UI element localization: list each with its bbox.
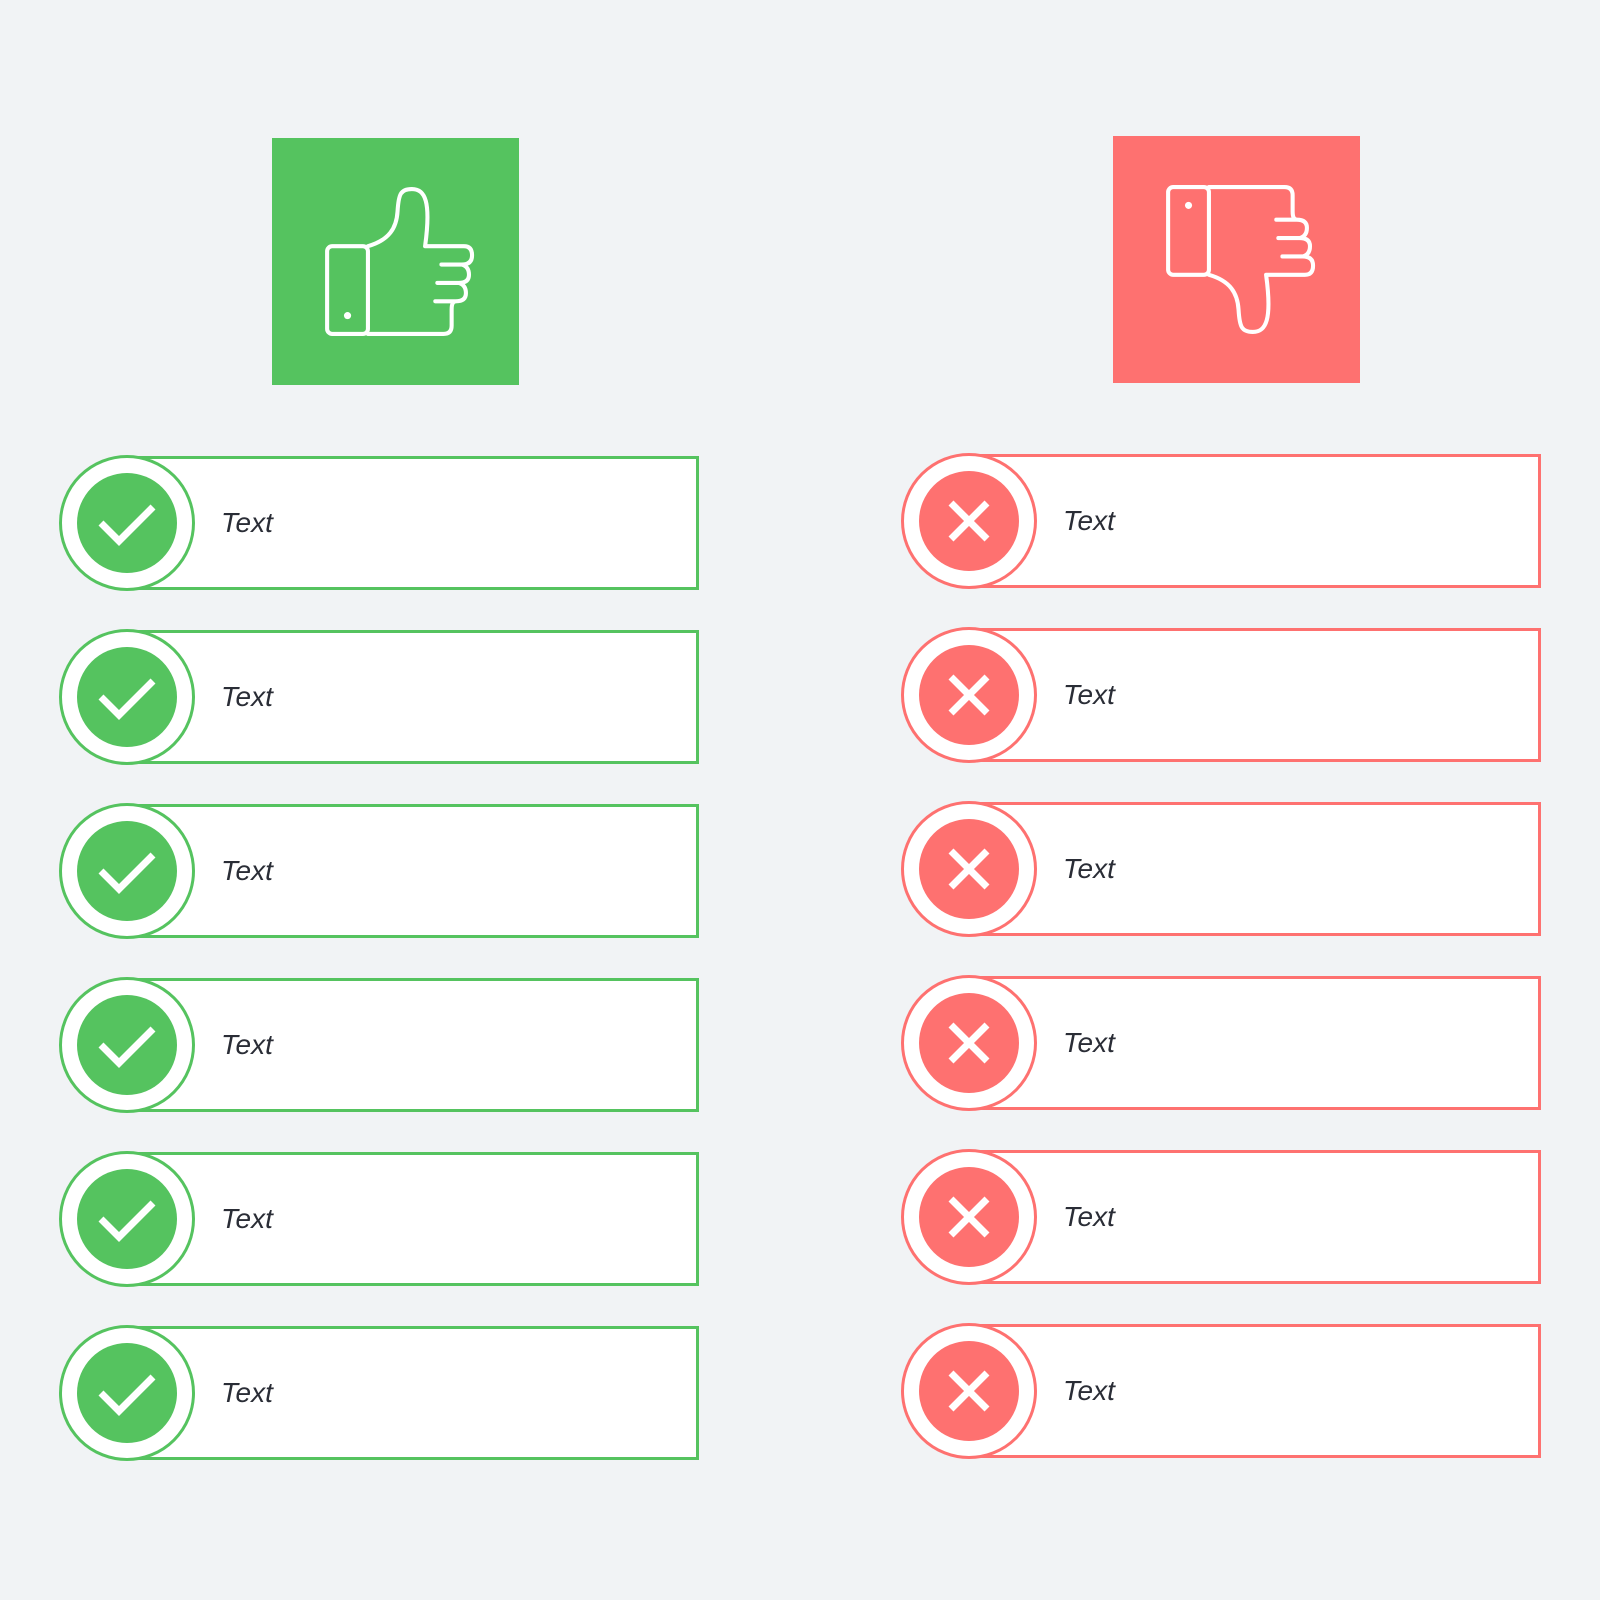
thumbs-down-tile [1113,136,1360,383]
check-icon [98,852,156,894]
check-icon [98,1374,156,1416]
item-bar [127,456,699,590]
icon-badge [77,1169,177,1269]
icon-ring [901,453,1037,589]
item-label: Text [221,1203,273,1234]
check-icon [98,1200,156,1242]
item-bar [969,1150,1541,1284]
item-label: Text [1063,1201,1115,1232]
icon-ring [901,801,1037,937]
negative-list-item: Text [901,801,1541,937]
icon-ring [901,975,1037,1111]
item-label: Text [1063,1027,1115,1058]
close-icon [948,1196,990,1238]
icon-badge [77,821,177,921]
close-icon [948,500,990,542]
icon-badge [919,1167,1019,1267]
icon-badge [919,471,1019,571]
item-bar [969,1324,1541,1458]
item-label: Text [1063,853,1115,884]
negative-list-item: Text [901,1323,1541,1459]
item-bar [969,454,1541,588]
icon-badge [919,993,1019,1093]
item-label: Text [221,1377,273,1408]
item-bar [127,630,699,764]
icon-ring [901,1149,1037,1285]
close-icon [948,674,990,716]
icon-ring [59,1151,195,1287]
icon-ring [59,803,195,939]
icon-badge [919,1341,1019,1441]
positive-list-item: Text [59,455,699,591]
icon-badge [77,473,177,573]
close-icon [948,848,990,890]
item-label: Text [1063,1375,1115,1406]
icon-badge [919,819,1019,919]
item-bar [127,1152,699,1286]
item-bar [969,976,1541,1110]
thumbs-down-icon [1113,136,1360,383]
item-label: Text [1063,679,1115,710]
close-icon [948,1370,990,1412]
icon-badge [77,1343,177,1443]
positive-list-item: Text [59,1325,699,1461]
positive-list-item: Text [59,977,699,1113]
item-bar [127,804,699,938]
icon-badge [919,645,1019,745]
item-label: Text [221,507,273,538]
icon-ring [901,627,1037,763]
negative-list-item: Text [901,627,1541,763]
item-bar [969,628,1541,762]
icon-ring [59,629,195,765]
thumbs-up-tile [272,138,519,385]
positive-list-item: Text [59,629,699,765]
close-icon [948,1022,990,1064]
check-icon [98,678,156,720]
negative-list-item: Text [901,453,1541,589]
icon-ring [59,1325,195,1461]
item-label: Text [221,681,273,712]
icon-badge [77,647,177,747]
icon-ring [59,455,195,591]
icon-ring [901,1323,1037,1459]
check-icon [98,504,156,546]
positive-list-item: Text [59,1151,699,1287]
item-label: Text [221,855,273,886]
thumbs-up-icon [325,186,475,337]
icon-ring [59,977,195,1113]
item-label: Text [1063,505,1115,536]
negative-list-item: Text [901,975,1541,1111]
positive-list-item: Text [59,803,699,939]
icon-badge [77,995,177,1095]
item-bar [127,978,699,1112]
item-label: Text [221,1029,273,1060]
item-bar [969,802,1541,936]
item-bar [127,1326,699,1460]
negative-list-item: Text [901,1149,1541,1285]
check-icon [98,1026,156,1068]
